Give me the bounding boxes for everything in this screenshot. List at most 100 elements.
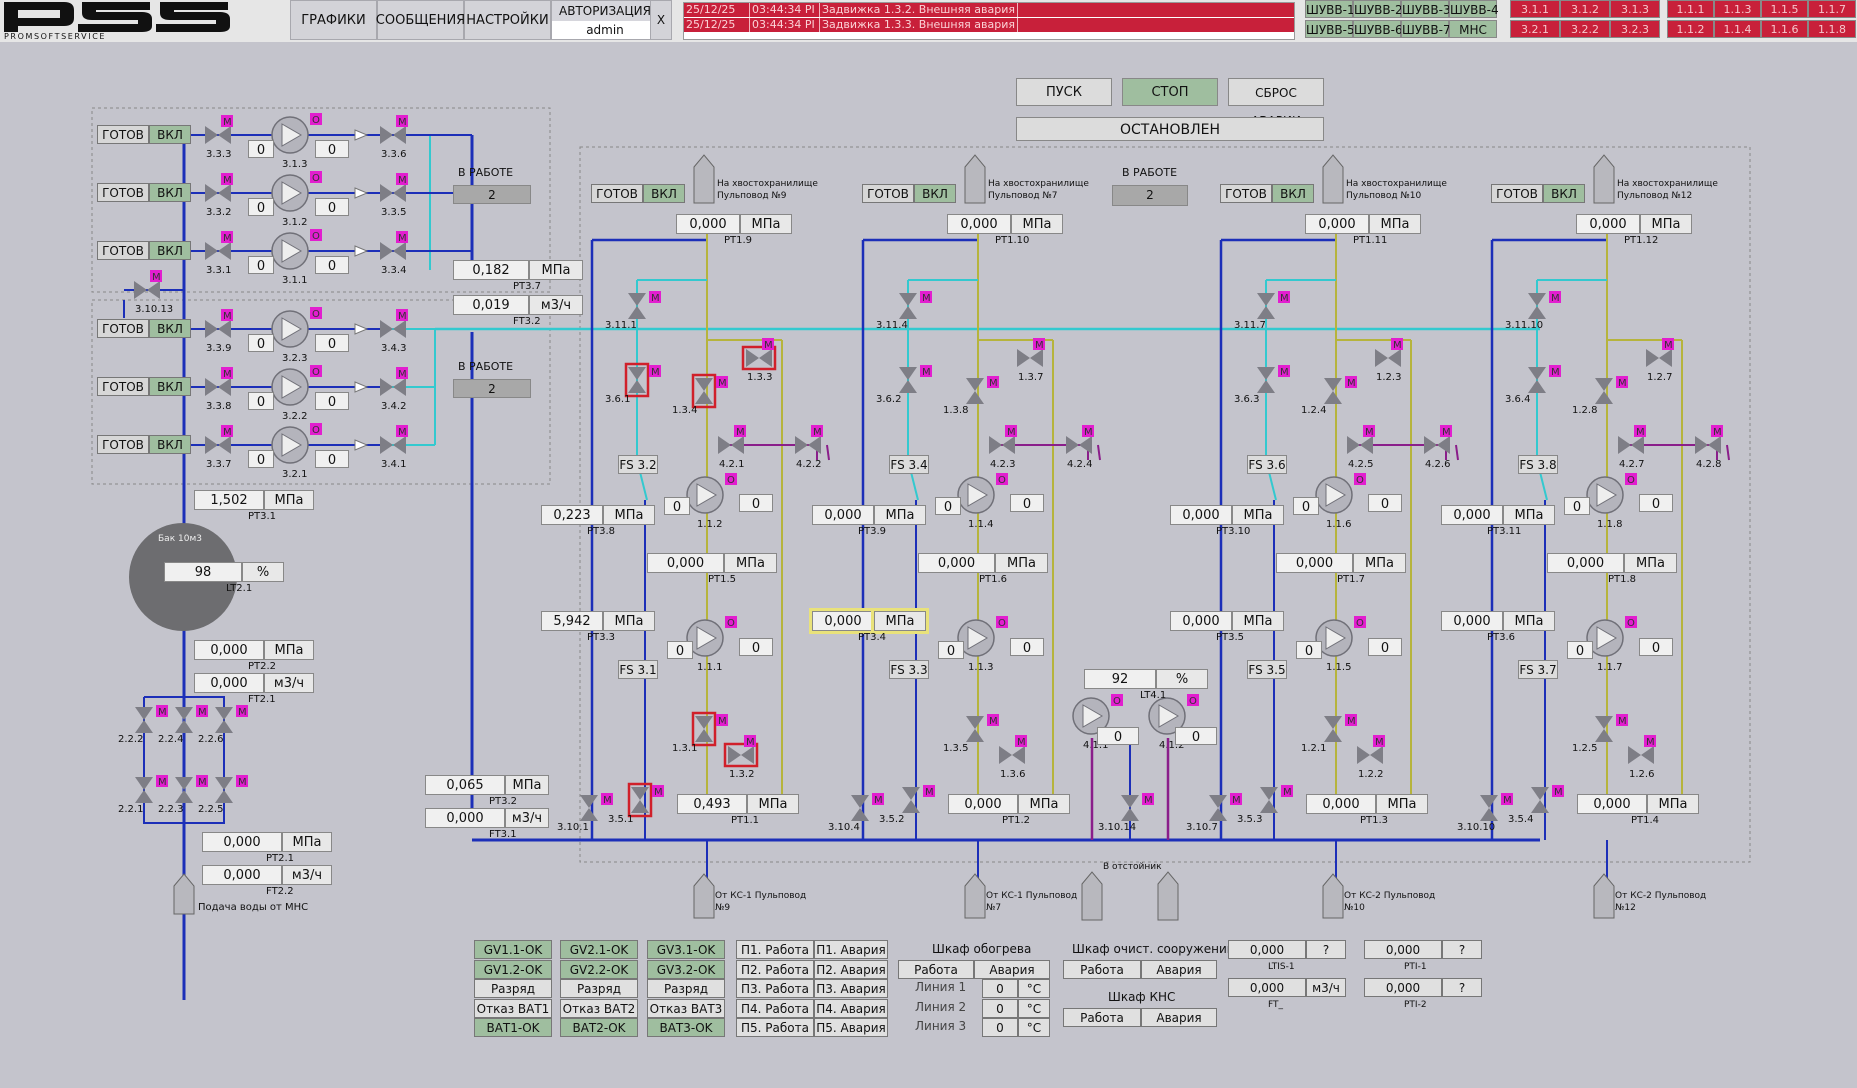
motor-icon[interactable]: M [923, 785, 935, 798]
motor-icon[interactable]: M [1278, 365, 1290, 378]
motor-icon[interactable]: M [1278, 291, 1290, 304]
value-readout[interactable]: 0,000 [1576, 214, 1640, 234]
value-readout[interactable]: 0,000 [194, 640, 264, 660]
motor-icon[interactable]: M [601, 793, 613, 806]
valve-icon[interactable] [175, 707, 193, 733]
valve-icon[interactable] [580, 795, 598, 821]
valve-icon[interactable] [627, 782, 653, 818]
flow-switch[interactable]: FS 3.7 [1518, 660, 1558, 679]
motor-icon[interactable]: M [1616, 714, 1628, 727]
motor-icon[interactable]: M [221, 115, 233, 128]
motor-icon[interactable]: M [811, 425, 823, 438]
valve-icon[interactable] [691, 373, 717, 409]
motor-icon[interactable]: M [396, 367, 408, 380]
motor-icon[interactable]: M [396, 173, 408, 186]
motor-icon[interactable]: M [221, 309, 233, 322]
valve-icon[interactable] [691, 711, 717, 747]
motor-icon[interactable]: M [744, 735, 756, 748]
motor-icon[interactable]: M [1440, 425, 1452, 438]
pump-icon[interactable]: O [686, 473, 737, 514]
value-readout[interactable]: 0,000 [1170, 611, 1232, 631]
motor-icon[interactable]: M [1391, 338, 1403, 351]
motor-icon[interactable]: M [196, 775, 208, 788]
valve-icon[interactable] [851, 795, 869, 821]
valve-icon[interactable] [1646, 349, 1672, 367]
valve-icon[interactable] [1357, 746, 1383, 764]
valve-icon[interactable] [899, 367, 917, 393]
pump-icon[interactable]: O [686, 616, 737, 657]
valve-icon[interactable] [134, 281, 160, 299]
valve-icon[interactable] [1257, 367, 1275, 393]
valve-icon[interactable] [966, 378, 984, 404]
value-readout[interactable]: 0,000 [812, 505, 874, 525]
value-readout[interactable]: 0,000 [947, 214, 1011, 234]
valve-icon[interactable] [135, 707, 153, 733]
motor-icon[interactable]: M [156, 705, 168, 718]
motor-icon[interactable]: M [1662, 338, 1674, 351]
pti1-value[interactable]: 0,000 [1364, 940, 1442, 959]
motor-icon[interactable]: M [1015, 735, 1027, 748]
motor-icon[interactable]: M [221, 231, 233, 244]
valve-icon[interactable] [380, 378, 406, 396]
valve-icon[interactable] [205, 184, 231, 202]
motor-icon[interactable]: M [762, 338, 774, 351]
motor-icon[interactable]: M [716, 714, 728, 727]
valve-icon[interactable] [215, 777, 233, 803]
valve-icon[interactable] [899, 293, 917, 319]
pti2-value[interactable]: 0,000 [1364, 978, 1442, 997]
motor-icon[interactable]: M [987, 376, 999, 389]
pump-icon[interactable]: O [957, 473, 1008, 514]
value-readout[interactable]: 0,019 [453, 295, 529, 315]
valve-icon[interactable] [1480, 795, 1498, 821]
on-status[interactable]: ВКЛ [914, 184, 956, 203]
value-readout[interactable]: 0,000 [676, 214, 740, 234]
flow-switch[interactable]: FS 3.8 [1518, 455, 1558, 474]
valve-icon[interactable] [1528, 367, 1546, 393]
motor-icon[interactable]: M [1549, 291, 1561, 304]
value-readout[interactable]: 0,000 [202, 865, 282, 885]
motor-icon[interactable]: M [1082, 425, 1094, 438]
motor-icon[interactable]: M [221, 173, 233, 186]
valve-icon[interactable] [1375, 349, 1401, 367]
pump-icon[interactable]: O [1315, 473, 1366, 514]
motor-icon[interactable]: M [196, 705, 208, 718]
pump-icon[interactable]: O [1586, 473, 1637, 514]
flow-switch[interactable]: FS 3.3 [889, 660, 929, 679]
on-status[interactable]: ВКЛ [149, 319, 191, 338]
valve-icon[interactable] [205, 242, 231, 260]
value-readout[interactable]: 0,000 [1577, 794, 1647, 814]
value-readout[interactable]: 0,493 [677, 794, 747, 814]
valve-icon[interactable] [1209, 795, 1227, 821]
valve-icon[interactable] [628, 293, 646, 319]
valve-icon[interactable] [175, 777, 193, 803]
motor-icon[interactable]: M [221, 425, 233, 438]
motor-icon[interactable]: M [649, 365, 661, 378]
valve-icon[interactable] [1017, 349, 1043, 367]
pump-icon[interactable]: O [1586, 616, 1637, 657]
flow-switch[interactable]: FS 3.4 [889, 455, 929, 474]
valve-icon[interactable] [135, 777, 153, 803]
flow-switch[interactable]: FS 3.2 [618, 455, 658, 474]
motor-icon[interactable]: M [920, 365, 932, 378]
motor-icon[interactable]: M [987, 714, 999, 727]
value-readout[interactable]: 0,000 [948, 794, 1018, 814]
start-button[interactable]: ПУСК [1016, 78, 1112, 106]
motor-icon[interactable]: M [1552, 785, 1564, 798]
value-readout[interactable]: 0,000 [194, 673, 264, 693]
motor-icon[interactable]: M [396, 231, 408, 244]
motor-icon[interactable]: M [1549, 365, 1561, 378]
value-readout[interactable]: 0,182 [453, 260, 529, 280]
valve-icon[interactable] [380, 126, 406, 144]
value-readout[interactable]: 0,000 [425, 808, 505, 828]
on-status[interactable]: ВКЛ [149, 435, 191, 454]
valve-icon[interactable] [380, 436, 406, 454]
valve-icon[interactable] [1595, 378, 1613, 404]
motor-icon[interactable]: M [1363, 425, 1375, 438]
motor-icon[interactable]: M [1711, 425, 1723, 438]
motor-icon[interactable]: M [920, 291, 932, 304]
motor-icon[interactable]: M [1345, 376, 1357, 389]
valve-icon[interactable] [1628, 746, 1654, 764]
motor-icon[interactable]: M [652, 785, 664, 798]
motor-icon[interactable]: M [156, 775, 168, 788]
value-readout[interactable]: 0,000 [1170, 505, 1232, 525]
